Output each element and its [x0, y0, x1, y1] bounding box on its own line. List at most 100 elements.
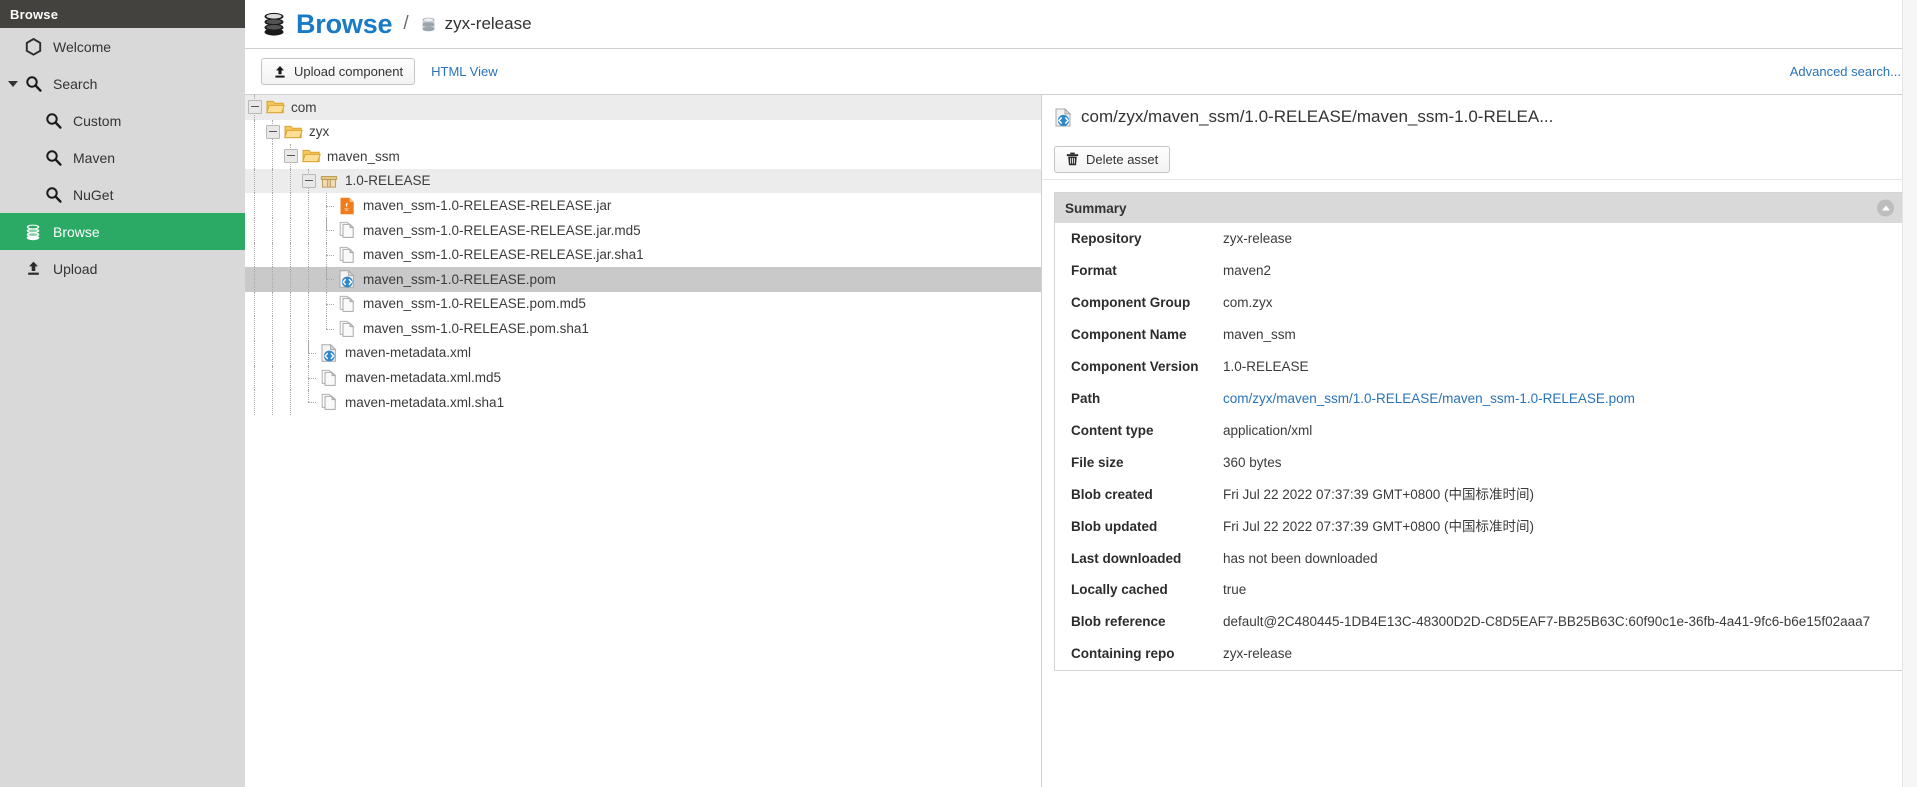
tree-row-label: maven_ssm-1.0-RELEASE.pom.sha1	[363, 320, 589, 336]
sidebar-item-maven[interactable]: Maven	[0, 139, 245, 176]
tree-row[interactable]: maven_ssm-1.0-RELEASE-RELEASE.jar	[245, 193, 1041, 218]
tree-guide	[299, 390, 319, 415]
summary-row: Format maven2	[1055, 255, 1902, 287]
tree-guide	[245, 242, 263, 268]
sidebar: Browse Welcome Search Custom Maven NuGet Brow…	[0, 0, 245, 787]
tree-expander-icon[interactable]	[245, 95, 265, 120]
asset-detail-panel: com/zyx/maven_ssm/1.0-RELEASE/maven_ssm-…	[1041, 95, 1917, 787]
sidebar-item-nuget[interactable]: NuGet	[0, 176, 245, 213]
sidebar-nav-list: Welcome Search Custom Maven NuGet Browse Uploa…	[0, 28, 245, 287]
checksum-icon	[337, 246, 357, 264]
summary-key: Component Group	[1071, 294, 1191, 310]
component-tree: com zyx maven_ssm 1.0-RELEASE maven_ssm-1.0-…	[245, 95, 1041, 787]
summary-value-link[interactable]: com/zyx/maven_ssm/1.0-RELEASE/maven_ssm-…	[1223, 391, 1635, 406]
tree-guide	[245, 316, 263, 341]
tree-guide	[299, 217, 317, 243]
tree-guide	[281, 340, 299, 366]
tree-expander-icon[interactable]	[263, 119, 283, 145]
tree-guide	[299, 365, 319, 391]
sidebar-item-label: Upload	[53, 260, 98, 277]
tree-row[interactable]: maven_ssm-1.0-RELEASE-RELEASE.jar.sha1	[245, 242, 1041, 268]
summary-row: Containing repo zyx-release	[1055, 638, 1902, 670]
summary-row: File size 360 bytes	[1055, 447, 1902, 479]
tree-row-label: maven_ssm	[327, 148, 400, 164]
sidebar-item-label: Maven	[73, 149, 116, 166]
advanced-search-link[interactable]: Advanced search...	[1790, 64, 1901, 79]
tree-row[interactable]: zyx	[245, 119, 1041, 145]
tree-expander-icon[interactable]	[281, 144, 301, 169]
tree-row[interactable]: maven-metadata.xml.sha1	[245, 390, 1041, 415]
sidebar-item-custom[interactable]: Custom	[0, 102, 245, 139]
tree-guide	[263, 291, 281, 317]
summary-value: 1.0-RELEASE	[1223, 358, 1309, 374]
sidebar-item-search[interactable]: Search	[0, 65, 245, 102]
repository-icon	[420, 16, 437, 33]
sidebar-header: Browse	[0, 0, 245, 28]
search-icon	[22, 74, 44, 94]
html-view-link[interactable]: HTML View	[431, 64, 497, 79]
tree-row[interactable]: maven_ssm-1.0-RELEASE.pom	[245, 267, 1041, 292]
toolbar: Upload component HTML View Advanced sear…	[245, 49, 1917, 94]
summary-row: Component Group com.zyx	[1055, 287, 1902, 319]
tree-guide	[245, 267, 263, 292]
asset-detail-actions: Delete asset	[1042, 139, 1917, 179]
folder-open-icon	[265, 98, 285, 116]
tree-row[interactable]: maven_ssm	[245, 144, 1041, 169]
tree-guide	[317, 193, 337, 218]
summary-value: maven2	[1223, 262, 1272, 278]
summary-row: Locally cached true	[1055, 574, 1902, 606]
hexagon-icon	[22, 37, 44, 57]
tree-guide	[281, 217, 299, 243]
summary-panel: Summary Repository zyx-release Format maven…	[1054, 192, 1903, 672]
sidebar-item-browse[interactable]: Browse	[0, 213, 245, 250]
summary-value: maven_ssm	[1223, 326, 1296, 342]
tree-guide	[299, 193, 317, 218]
tree-guide	[281, 168, 299, 194]
tree-row[interactable]: maven_ssm-1.0-RELEASE.pom.sha1	[245, 316, 1041, 341]
delete-asset-button[interactable]: Delete asset	[1054, 145, 1171, 173]
summary-key: Blob reference	[1071, 614, 1166, 630]
summary-key: Blob created	[1071, 486, 1153, 502]
summary-value: Fri Jul 22 2022 07:37:39 GMT+0800 (中国标准时…	[1223, 486, 1535, 502]
sidebar-item-label: Welcome	[53, 38, 112, 55]
sidebar-item-upload[interactable]: Upload	[0, 250, 245, 287]
tree-guide	[317, 291, 337, 317]
upload-component-button[interactable]: Upload component	[261, 58, 416, 85]
jar-icon	[337, 197, 357, 215]
tree-row[interactable]: maven-metadata.xml	[245, 340, 1041, 366]
summary-value[interactable]: com/zyx/maven_ssm/1.0-RELEASE/maven_ssm-…	[1207, 383, 1902, 415]
summary-key: Locally cached	[1071, 582, 1168, 598]
collapse-icon[interactable]	[1877, 199, 1894, 217]
sidebar-item-label: Custom	[73, 112, 122, 129]
breadcrumb-separator: /	[403, 13, 409, 34]
summary-row: Repository zyx-release	[1055, 223, 1902, 255]
page-title[interactable]: Browse	[296, 10, 393, 38]
main-area: Browse / zyx-release Upload component HT…	[245, 0, 1917, 787]
page-scrollbar[interactable]	[1902, 0, 1917, 787]
breadcrumb-repository[interactable]: zyx-release	[445, 14, 532, 34]
tree-guide	[281, 291, 299, 317]
summary-key: Containing repo	[1071, 646, 1175, 662]
summary-value: zyx-release	[1223, 646, 1293, 662]
breadcrumb: Browse / zyx-release	[245, 0, 1917, 49]
sidebar-item-welcome[interactable]: Welcome	[0, 28, 245, 65]
summary-value: default@2C480445-1DB4E13C-48300D2D-C8D5E…	[1223, 614, 1871, 630]
sidebar-item-label: Browse	[53, 223, 100, 240]
summary-panel-title: Summary	[1065, 200, 1127, 216]
tree-row[interactable]: com	[245, 95, 1041, 120]
summary-key: Content type	[1071, 422, 1154, 438]
tree-row[interactable]: maven-metadata.xml.md5	[245, 365, 1041, 391]
tree-row[interactable]: maven_ssm-1.0-RELEASE-RELEASE.jar.md5	[245, 217, 1041, 243]
tree-guide	[263, 390, 281, 415]
tree-guide	[299, 242, 317, 268]
tree-row[interactable]: maven_ssm-1.0-RELEASE.pom.md5	[245, 291, 1041, 317]
tree-expander-icon[interactable]	[299, 168, 319, 194]
tree-guide	[263, 316, 281, 341]
upload-icon	[273, 65, 287, 79]
tree-guide	[299, 267, 317, 292]
upload-component-label: Upload component	[294, 64, 404, 79]
checksum-icon	[337, 320, 357, 338]
asset-detail-title: com/zyx/maven_ssm/1.0-RELEASE/maven_ssm-…	[1081, 107, 1554, 126]
tree-guide	[281, 390, 299, 415]
tree-row[interactable]: 1.0-RELEASE	[245, 168, 1041, 194]
